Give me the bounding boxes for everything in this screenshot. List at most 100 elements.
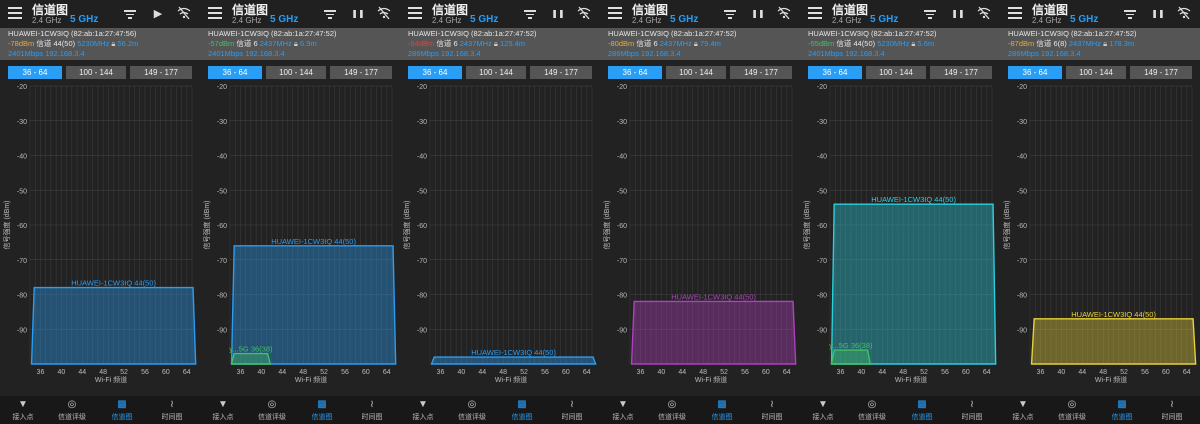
nav-access-points[interactable]: ▼ 接入点 (3, 398, 43, 422)
menu-icon[interactable] (8, 7, 22, 19)
nav-time-graph[interactable]: ≀ 时间图 (752, 398, 792, 422)
band-24ghz-toggle[interactable]: 2.4 GHz (1032, 16, 1061, 25)
app-toolbar: 信道图 2.4 GHz 5 GHz ❚❚ (800, 0, 1000, 28)
wifi-icon: ▼ (1018, 399, 1028, 410)
tab-36-64[interactable]: 36 - 64 (408, 66, 462, 79)
band-5ghz-toggle[interactable]: 5 GHz (70, 14, 98, 25)
menu-icon[interactable] (608, 7, 622, 19)
tab-100-144[interactable]: 100 - 144 (66, 66, 126, 79)
wifi-icon: ▼ (418, 399, 428, 410)
x-tick-label: 40 (857, 369, 865, 376)
band-24ghz-toggle[interactable]: 2.4 GHz (32, 16, 61, 25)
y-axis-label: 信号强度 (dBm) (202, 201, 211, 250)
rating-icon: ◎ (267, 399, 277, 410)
tab-149-177[interactable]: 149 - 177 (130, 66, 192, 79)
x-tick-label: 56 (341, 369, 349, 376)
nav-channel-graph[interactable]: ▩ 信道图 (902, 398, 942, 422)
tab-149-177[interactable]: 149 - 177 (330, 66, 392, 79)
nav-channel-rating[interactable]: ◎ 信道评级 (852, 398, 892, 422)
filter-icon[interactable] (722, 6, 738, 22)
y-tick-label: -80 (17, 293, 27, 300)
band-5ghz-toggle[interactable]: 5 GHz (670, 14, 698, 25)
x-tick-label: 48 (99, 369, 107, 376)
tab-100-144[interactable]: 100 - 144 (666, 66, 726, 79)
menu-icon[interactable] (808, 7, 822, 19)
tab-100-144[interactable]: 100 - 144 (266, 66, 326, 79)
filter-icon[interactable] (122, 6, 138, 22)
connected-ssid: HUAWEI-1CW3IQ (82:ab:1a:27:47:52) (808, 29, 937, 38)
tab-100-144[interactable]: 100 - 144 (866, 66, 926, 79)
nav-channel-graph[interactable]: ▩ 信道图 (102, 398, 142, 422)
nav-access-points[interactable]: ▼ 接入点 (803, 398, 843, 422)
pause-icon[interactable]: ❚❚ (750, 6, 766, 22)
filter-icon[interactable] (322, 6, 338, 22)
nav-time-graph[interactable]: ≀ 时间图 (352, 398, 392, 422)
nav-channel-rating[interactable]: ◎ 信道评级 (252, 398, 292, 422)
band-5ghz-toggle[interactable]: 5 GHz (470, 14, 498, 25)
tab-100-144[interactable]: 100 - 144 (1066, 66, 1126, 79)
nav-channel-rating[interactable]: ◎ 信道评级 (52, 398, 92, 422)
nav-time-graph[interactable]: ≀ 时间图 (1152, 398, 1192, 422)
network-label: y...5G 36(38) (829, 341, 873, 350)
menu-icon[interactable] (408, 7, 422, 19)
pause-icon[interactable]: ❚❚ (350, 6, 366, 22)
nav-time-graph[interactable]: ≀ 时间图 (952, 398, 992, 422)
network-signal-area (230, 352, 272, 365)
band-24ghz-toggle[interactable]: 2.4 GHz (232, 16, 261, 25)
frequency: 2437MHz (1068, 39, 1101, 48)
tab-36-64[interactable]: 36 - 64 (608, 66, 662, 79)
nav-time-graph[interactable]: ≀ 时间图 (552, 398, 592, 422)
channel-info: 信道 6 (236, 39, 258, 48)
pause-icon[interactable]: ❚❚ (550, 6, 566, 22)
nav-access-points[interactable]: ▼ 接入点 (603, 398, 643, 422)
wifi-off-icon[interactable] (176, 6, 192, 22)
tab-100-144[interactable]: 100 - 144 (466, 66, 526, 79)
wifi-off-icon[interactable] (976, 6, 992, 22)
tab-149-177[interactable]: 149 - 177 (1130, 66, 1192, 79)
band-5ghz-toggle[interactable]: 5 GHz (1070, 14, 1098, 25)
channel-range-tabs: 36 - 64 100 - 144 149 - 177 (0, 66, 200, 80)
nav-access-points[interactable]: ▼ 接入点 (1003, 398, 1043, 422)
connected-ssid: HUAWEI-1CW3IQ (82:ab:1a:27:47:52) (608, 29, 737, 38)
tab-36-64[interactable]: 36 - 64 (1008, 66, 1062, 79)
wifi-off-icon[interactable] (1176, 6, 1192, 22)
tab-149-177[interactable]: 149 - 177 (530, 66, 592, 79)
band-24ghz-toggle[interactable]: 2.4 GHz (632, 16, 661, 25)
nav-channel-rating[interactable]: ◎ 信道评级 (1052, 398, 1092, 422)
play-icon[interactable]: ▶ (150, 6, 166, 22)
band-5ghz-toggle[interactable]: 5 GHz (270, 14, 298, 25)
nav-channel-graph[interactable]: ▩ 信道图 (1102, 398, 1142, 422)
filter-icon[interactable] (522, 6, 538, 22)
band-24ghz-toggle[interactable]: 2.4 GHz (832, 16, 861, 25)
pause-icon[interactable]: ❚❚ (950, 6, 966, 22)
nav-channel-rating[interactable]: ◎ 信道评级 (452, 398, 492, 422)
tab-36-64[interactable]: 36 - 64 (8, 66, 62, 79)
network-signal-area (30, 286, 197, 365)
wifi-off-icon[interactable] (576, 6, 592, 22)
wifi-off-icon[interactable] (776, 6, 792, 22)
tab-36-64[interactable]: 36 - 64 (208, 66, 262, 79)
filter-icon[interactable] (922, 6, 938, 22)
y-tick-label: -30 (1017, 119, 1027, 126)
tab-149-177[interactable]: 149 - 177 (930, 66, 992, 79)
tab-36-64[interactable]: 36 - 64 (808, 66, 862, 79)
x-tick-label: 60 (1162, 369, 1170, 376)
nav-channel-graph[interactable]: ▩ 信道图 (302, 398, 342, 422)
nav-channel-rating[interactable]: ◎ 信道评级 (652, 398, 692, 422)
nav-access-points[interactable]: ▼ 接入点 (403, 398, 443, 422)
nav-channel-graph[interactable]: ▩ 信道图 (702, 398, 742, 422)
y-tick-label: -20 (617, 84, 627, 91)
filter-icon[interactable] (1122, 6, 1138, 22)
nav-access-points[interactable]: ▼ 接入点 (203, 398, 243, 422)
band-24ghz-toggle[interactable]: 2.4 GHz (432, 16, 461, 25)
wifi-off-icon[interactable] (376, 6, 392, 22)
lock-icon: 🔒︎ (493, 39, 498, 48)
menu-icon[interactable] (1008, 7, 1022, 19)
pause-icon[interactable]: ❚❚ (1150, 6, 1166, 22)
nav-time-graph[interactable]: ≀ 时间图 (152, 398, 192, 422)
bottom-navigation: ▼ 接入点 ◎ 信道评级 ▩ 信道图 ≀ 时间图 (1000, 396, 1200, 424)
band-5ghz-toggle[interactable]: 5 GHz (870, 14, 898, 25)
tab-149-177[interactable]: 149 - 177 (730, 66, 792, 79)
menu-icon[interactable] (208, 7, 222, 19)
nav-channel-graph[interactable]: ▩ 信道图 (502, 398, 542, 422)
